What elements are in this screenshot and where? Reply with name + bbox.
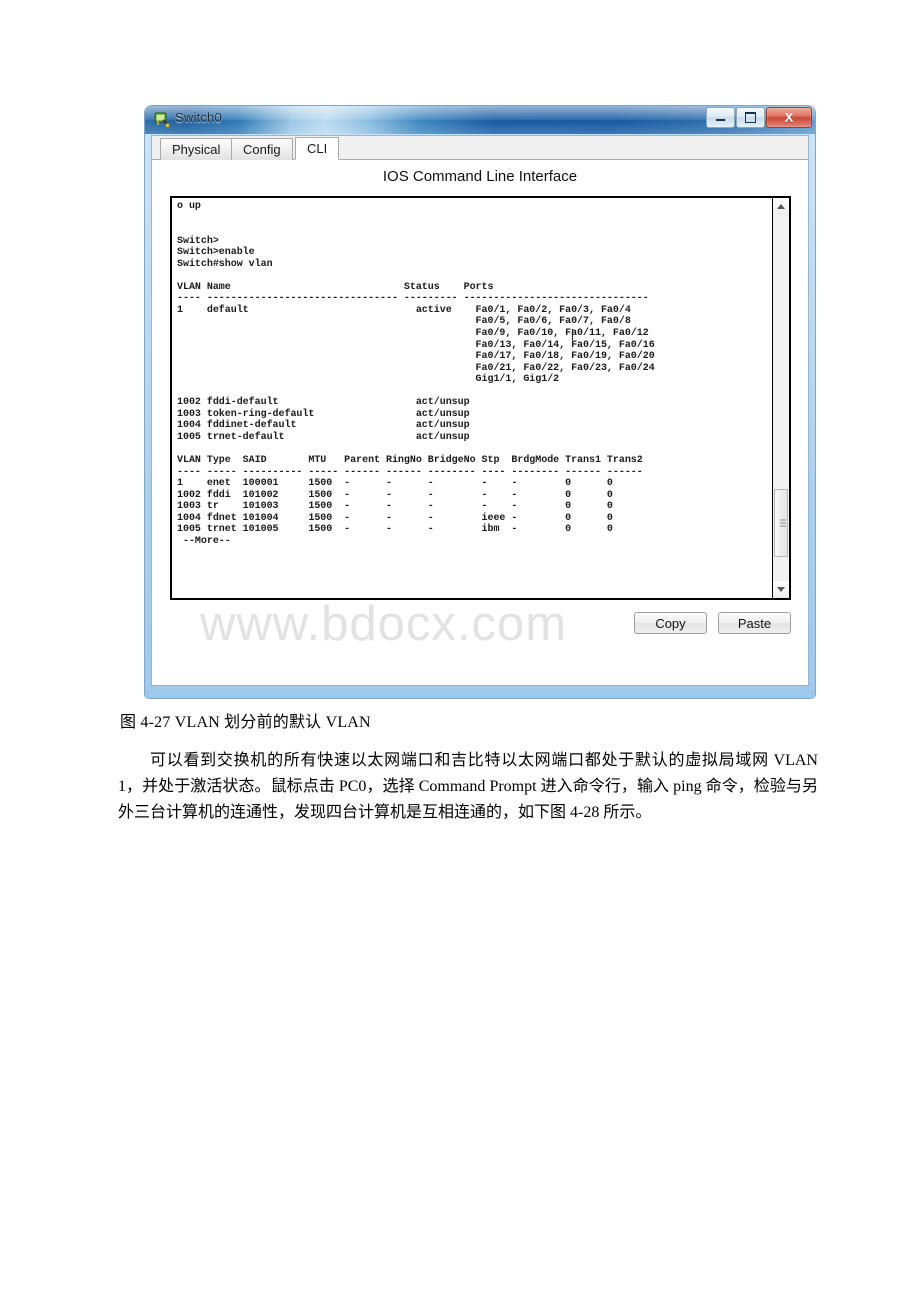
body-paragraph: 可以看到交换机的所有快速以太网端口和吉比特以太网端口都处于默认的虚拟局域网 VL… — [118, 752, 818, 821]
minimize-button[interactable] — [706, 107, 735, 128]
terminal-output-area[interactable]: o up Switch> Switch>enable Switch#show v… — [172, 198, 772, 598]
maximize-icon — [745, 112, 756, 123]
terminal-output-text: o up Switch> Switch>enable Switch#show v… — [177, 201, 655, 547]
tab-config[interactable]: Config — [231, 138, 293, 160]
minimize-icon — [716, 119, 725, 121]
window-client-area: Physical Config CLI IOS Command Line Int… — [151, 135, 809, 686]
scrollbar-thumb[interactable] — [774, 489, 788, 557]
copy-button[interactable]: Copy — [634, 612, 707, 634]
figure-caption: 图 4-27 VLAN 划分前的默认 VLAN — [120, 714, 371, 731]
scroll-up-button[interactable] — [773, 198, 789, 215]
terminal-action-buttons: Copy Paste — [634, 612, 791, 634]
scrollbar-grip-icon — [780, 518, 786, 529]
switch-device-icon — [154, 112, 170, 128]
maximize-button[interactable] — [736, 107, 765, 128]
scroll-down-button[interactable] — [773, 581, 789, 598]
cli-tab-panel: IOS Command Line Interface o up Switch> … — [152, 160, 808, 685]
paste-button[interactable]: Paste — [718, 612, 791, 634]
tab-cli[interactable]: CLI — [295, 137, 340, 160]
panel-title: IOS Command Line Interface — [382, 168, 578, 185]
close-button[interactable]: X — [766, 107, 812, 128]
tab-physical[interactable]: Physical — [160, 138, 233, 160]
chevron-down-icon — [777, 587, 785, 592]
text-caret — [572, 329, 573, 340]
window-titlebar[interactable]: Switch0 X — [145, 106, 815, 134]
switch0-window: Switch0 X Physical Config CLI IOS Comman… — [145, 106, 815, 698]
close-icon: X — [784, 110, 794, 125]
terminal-vertical-scrollbar[interactable] — [772, 198, 789, 598]
chevron-up-icon — [777, 204, 785, 209]
terminal-frame: o up Switch> Switch>enable Switch#show v… — [170, 196, 791, 600]
window-title: Switch0 — [175, 110, 222, 125]
tab-strip: Physical Config CLI — [152, 136, 808, 160]
window-controls: X — [705, 107, 812, 128]
